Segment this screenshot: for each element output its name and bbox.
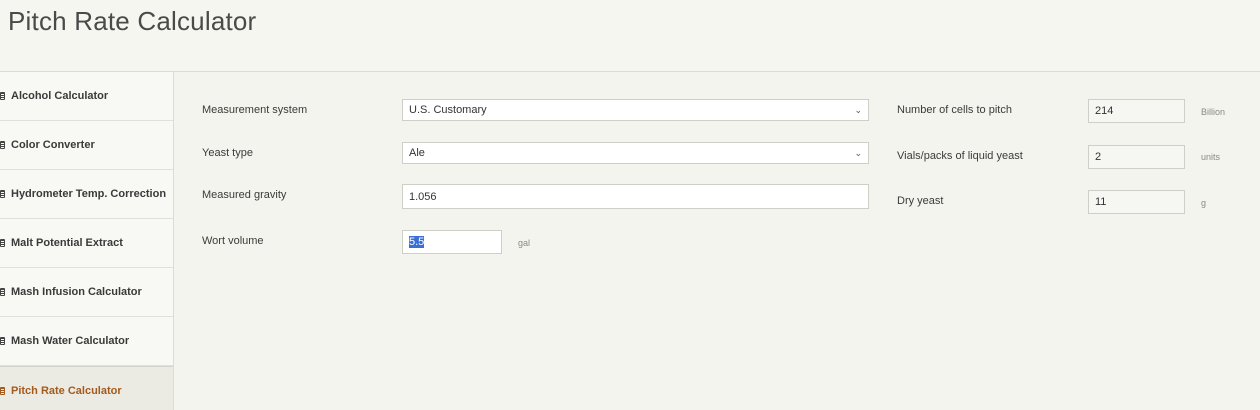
sidebar: Alcohol Calculator Color Converter Hydro… bbox=[0, 72, 174, 410]
wort-volume-input[interactable]: 5.5 bbox=[402, 230, 502, 254]
sidebar-item-mash-water-calculator[interactable]: Mash Water Calculator bbox=[0, 317, 173, 366]
cells-to-pitch-output: 214 bbox=[1088, 99, 1185, 123]
sidebar-item-label: Mash Infusion Calculator bbox=[11, 286, 142, 298]
sidebar-item-pitch-rate-calculator[interactable]: Pitch Rate Calculator bbox=[0, 366, 173, 410]
liquid-yeast-unit: units bbox=[1201, 152, 1221, 162]
sidebar-item-label: Alcohol Calculator bbox=[11, 90, 109, 102]
calculator-icon bbox=[0, 288, 5, 296]
dry-yeast-label: Dry yeast bbox=[897, 195, 944, 207]
sidebar-item-alcohol-calculator[interactable]: Alcohol Calculator bbox=[0, 72, 173, 121]
measured-gravity-input[interactable]: 1.056 bbox=[402, 184, 869, 209]
page-title: Pitch Rate Calculator bbox=[8, 6, 257, 36]
measurement-system-select[interactable]: U.S. Customary ⌄ bbox=[402, 99, 869, 121]
calculator-panel: Measurement system U.S. Customary ⌄ Yeas… bbox=[174, 72, 1260, 410]
liquid-yeast-label: Vials/packs of liquid yeast bbox=[897, 150, 1023, 162]
liquid-yeast-value: 2 bbox=[1095, 151, 1102, 163]
cells-to-pitch-value: 214 bbox=[1095, 105, 1114, 117]
cells-to-pitch-label: Number of cells to pitch bbox=[897, 104, 1012, 116]
cells-to-pitch-unit: Billion bbox=[1201, 107, 1226, 117]
dry-yeast-output: 11 bbox=[1088, 190, 1185, 214]
yeast-type-value: Ale bbox=[409, 147, 425, 159]
measured-gravity-label: Measured gravity bbox=[202, 189, 287, 201]
dry-yeast-unit: g bbox=[1201, 198, 1207, 208]
sidebar-item-malt-potential-extract[interactable]: Malt Potential Extract bbox=[0, 219, 173, 268]
calculator-icon bbox=[0, 190, 5, 198]
measured-gravity-value: 1.056 bbox=[409, 190, 437, 203]
calculator-icon bbox=[0, 337, 5, 345]
calculator-icon bbox=[0, 92, 5, 100]
measurement-system-value: U.S. Customary bbox=[409, 104, 487, 116]
sidebar-item-color-converter[interactable]: Color Converter bbox=[0, 121, 173, 170]
sidebar-item-mash-infusion-calculator[interactable]: Mash Infusion Calculator bbox=[0, 268, 173, 317]
sidebar-item-label: Color Converter bbox=[11, 139, 95, 151]
chevron-down-icon: ⌄ bbox=[854, 104, 862, 115]
sidebar-item-label: Pitch Rate Calculator bbox=[11, 384, 122, 397]
yeast-type-label: Yeast type bbox=[202, 147, 253, 159]
calculator-icon bbox=[0, 141, 5, 149]
calculator-icon bbox=[0, 386, 5, 395]
sidebar-item-label: Mash Water Calculator bbox=[11, 335, 130, 347]
yeast-type-select[interactable]: Ale ⌄ bbox=[402, 142, 869, 164]
measurement-system-label: Measurement system bbox=[202, 104, 308, 116]
sidebar-item-label: Malt Potential Extract bbox=[11, 237, 123, 249]
chevron-down-icon: ⌄ bbox=[854, 147, 862, 158]
calculator-icon bbox=[0, 239, 5, 247]
page-header: Pitch Rate Calculator bbox=[0, 0, 1260, 72]
wort-volume-label: Wort volume bbox=[202, 235, 264, 247]
sidebar-item-label: Hydrometer Temp. Correction bbox=[11, 188, 167, 200]
liquid-yeast-output: 2 bbox=[1088, 145, 1185, 169]
sidebar-item-hydrometer-temp-correction[interactable]: Hydrometer Temp. Correction bbox=[0, 170, 173, 219]
dry-yeast-value: 11 bbox=[1095, 196, 1107, 208]
wort-volume-unit: gal bbox=[518, 238, 531, 248]
wort-volume-value: 5.5 bbox=[409, 236, 425, 248]
